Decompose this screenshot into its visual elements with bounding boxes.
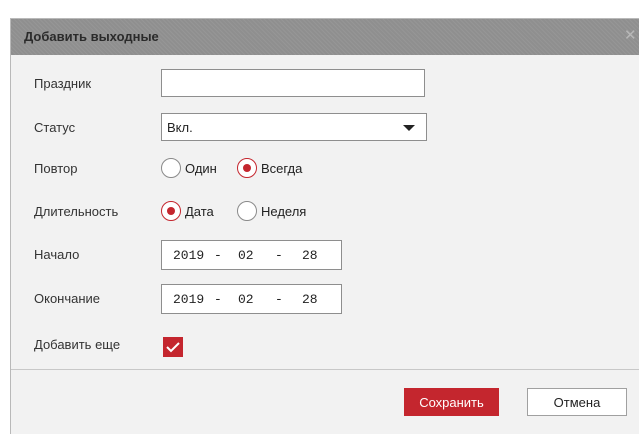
- cancel-button[interactable]: Отмена: [527, 388, 627, 416]
- chevron-down-icon[interactable]: [403, 125, 415, 131]
- repeat-label: Повтор: [34, 161, 78, 176]
- footer-divider: [11, 369, 639, 370]
- start-day[interactable]: 28: [302, 248, 318, 263]
- duration-label: Длительность: [34, 204, 119, 219]
- status-value: Вкл.: [167, 120, 193, 135]
- close-icon[interactable]: ✕: [624, 28, 637, 43]
- status-select[interactable]: Вкл.: [161, 113, 427, 141]
- date-separator: -: [214, 292, 222, 307]
- end-label: Окончание: [34, 291, 101, 306]
- duration-week-radio[interactable]: Неделя: [237, 201, 321, 223]
- holiday-label: Праздник: [34, 76, 92, 91]
- start-month[interactable]: 02: [238, 248, 254, 263]
- duration-radio-group: Дата Неделя: [161, 201, 321, 223]
- end-day[interactable]: 28: [302, 292, 318, 307]
- radio-circle-checked[interactable]: [161, 201, 181, 221]
- holiday-input[interactable]: [161, 69, 425, 97]
- end-date-field[interactable]: 2019 - 02 - 28: [161, 284, 342, 314]
- date-separator: -: [214, 248, 222, 263]
- dialog-title: Добавить выходные: [24, 29, 159, 44]
- end-month[interactable]: 02: [238, 292, 254, 307]
- duration-date-label: Дата: [185, 204, 214, 219]
- add-more-checkbox[interactable]: [163, 337, 183, 357]
- repeat-always-label: Всегда: [261, 161, 303, 176]
- radio-circle-checked[interactable]: [237, 158, 257, 178]
- duration-week-label: Неделя: [261, 204, 307, 219]
- repeat-once-radio[interactable]: Один: [161, 158, 231, 180]
- checkmark-icon: [166, 342, 180, 353]
- date-separator: -: [275, 248, 283, 263]
- repeat-radio-group: Один Всегда: [161, 158, 321, 180]
- end-year[interactable]: 2019: [173, 292, 204, 307]
- start-label: Начало: [34, 247, 80, 262]
- repeat-always-radio[interactable]: Всегда: [237, 158, 317, 180]
- status-label: Статус: [34, 120, 76, 135]
- start-date-field[interactable]: 2019 - 02 - 28: [161, 240, 342, 270]
- save-button[interactable]: Сохранить: [404, 388, 499, 416]
- radio-circle[interactable]: [161, 158, 181, 178]
- date-separator: -: [275, 292, 283, 307]
- repeat-once-label: Один: [185, 161, 217, 176]
- start-year[interactable]: 2019: [173, 248, 204, 263]
- duration-date-radio[interactable]: Дата: [161, 201, 231, 223]
- dialog-titlebar[interactable]: Добавить выходные ✕: [11, 19, 639, 55]
- add-more-label: Добавить еще: [34, 337, 121, 352]
- radio-circle[interactable]: [237, 201, 257, 221]
- add-holiday-dialog: Добавить выходные ✕ Праздник Статус Вкл.…: [10, 18, 639, 434]
